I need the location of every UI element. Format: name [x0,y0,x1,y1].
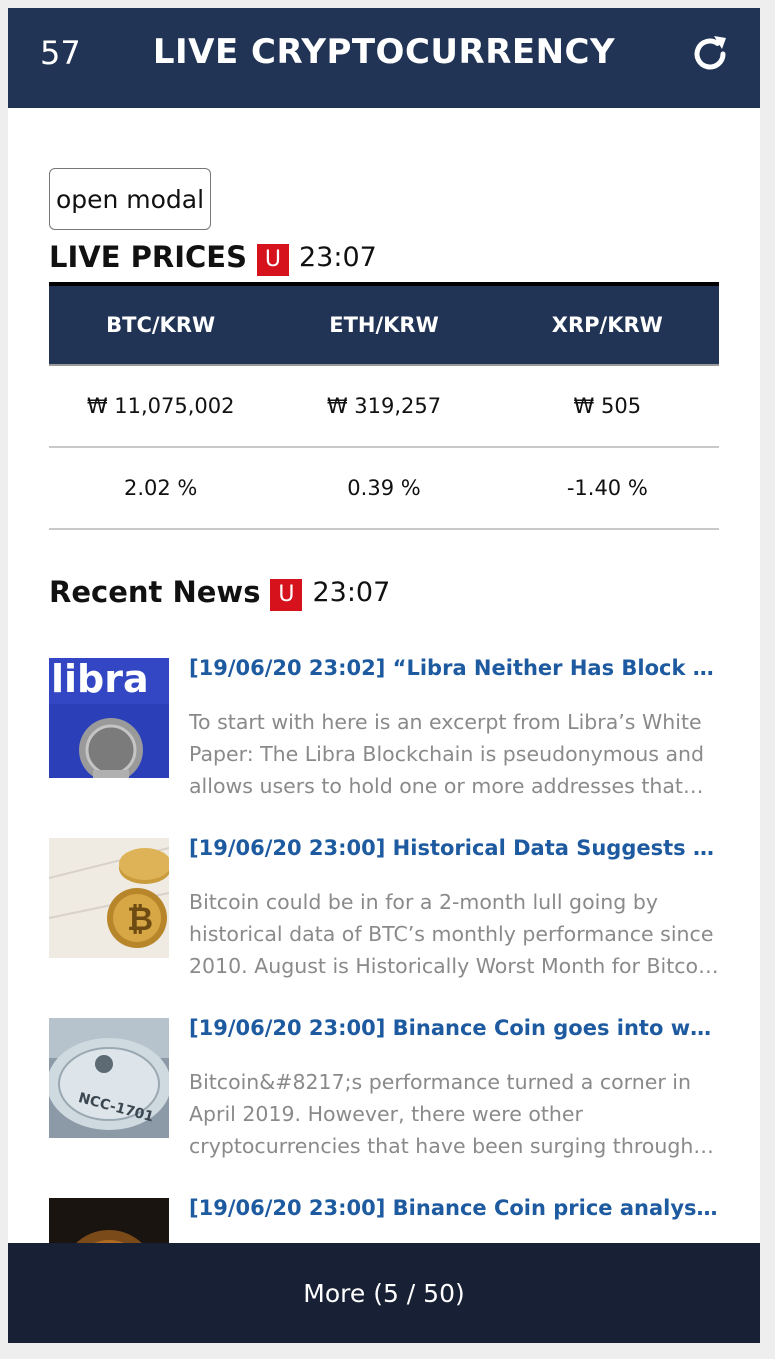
app-header: 57 LIVE CRYPTOCURRENCY [8,8,760,108]
libra-logo-text: libra [51,658,149,701]
xrp-change: -1.40 % [566,476,648,500]
btc-price: ₩ 11,075,002 [86,394,235,418]
news-headline[interactable]: [19/06/20 23:00] Binance Coin goes into … [189,1016,719,1040]
price-table: BTC/KRW ETH/KRW XRP/KRW ₩ 11,075,002 ₩ 3… [49,282,719,530]
news-thumbnail[interactable]: libra [49,658,169,778]
news-update-time: 23:07 [312,576,391,608]
bitcoin-symbol-icon: ₿ [127,900,153,938]
xrp-price: ₩ 505 [573,394,642,418]
news-summary: Bitcoin could be in for a 2-month lull g… [189,890,717,978]
prices-update-time: 23:07 [298,241,377,273]
refresh-icon[interactable] [690,34,730,74]
live-prices-label: LIVE PRICES [49,240,247,274]
column-header-eth: ETH/KRW [329,313,439,337]
news-summary: To start with here is an excerpt from Li… [189,710,705,798]
news-headline[interactable]: [19/06/20 23:00] Binance Coin price anal… [189,1196,719,1220]
live-prices-heading: LIVE PRICES U 23:07 [49,238,377,276]
price-table-header: BTC/KRW ETH/KRW XRP/KRW [49,286,719,366]
update-badge: U [270,579,303,611]
news-item[interactable]: NCC-1701 [19/06/20 23:00] Binance Coin g… [49,1016,719,1196]
recent-news-label: Recent News [49,575,261,609]
news-headline[interactable]: [19/06/20 23:00] Historical Data Suggest… [189,836,719,860]
eth-change: 0.39 % [347,476,421,500]
btc-change: 2.02 % [123,476,198,500]
news-summary: Bitcoin&#8217;s performance turned a cor… [189,1070,694,1158]
news-item[interactable]: ₿ [19/06/20 23:00] Historical Data Sugge… [49,836,719,1016]
news-thumbnail[interactable]: ₿ [49,838,169,958]
app-title: LIVE CRYPTOCURRENCY [152,32,616,72]
column-header-xrp: XRP/KRW [551,313,663,337]
app-frame: 57 LIVE CRYPTOCURRENCY open modal LIVE P… [8,8,760,1343]
news-thumbnail[interactable]: NCC-1701 [49,1018,169,1138]
change-row: 2.02 % 0.39 % -1.40 % [49,448,719,530]
recent-news-heading: Recent News U 23:07 [49,573,390,611]
more-button[interactable]: More (5 / 50) [8,1243,760,1343]
column-header-btc: BTC/KRW [106,313,216,337]
open-modal-button[interactable]: open modal [49,168,211,230]
price-row: ₩ 11,075,002 ₩ 319,257 ₩ 505 [49,366,719,448]
news-item[interactable]: libra [19/06/20 23:02] “Libra Neither Ha… [49,656,719,836]
update-badge: U [256,244,289,276]
news-list: libra [19/06/20 23:02] “Libra Neither Ha… [49,656,719,1343]
eth-price: ₩ 319,257 [326,394,442,418]
news-headline[interactable]: [19/06/20 23:02] “Libra Neither Has Bloc… [189,656,719,680]
